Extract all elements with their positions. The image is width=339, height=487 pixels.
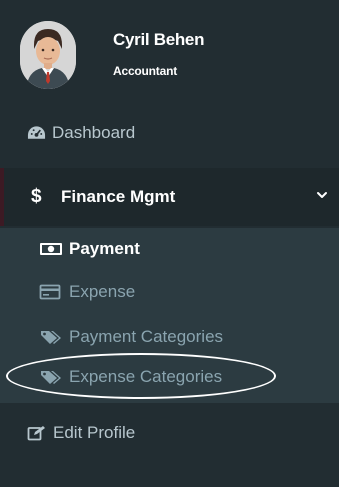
avatar[interactable] (20, 21, 76, 89)
user-role: Accountant (113, 64, 178, 78)
submenu-item-label: Payment Categories (69, 327, 224, 346)
submenu-item-label: Payment (69, 239, 140, 258)
user-name: Cyril Behen (113, 30, 205, 49)
dollar-icon: $ (31, 186, 42, 207)
tags-icon (41, 331, 61, 344)
money-icon (40, 243, 62, 255)
submenu-item-payment-categories[interactable]: Payment Categories (0, 316, 339, 358)
sidebar-item-label: Dashboard (52, 123, 136, 142)
edit-icon (27, 426, 45, 441)
sidebar-item-dashboard[interactable]: Dashboard (0, 113, 339, 153)
submenu-item-label: Expense (69, 282, 136, 301)
credit-card-icon (39, 284, 61, 300)
sidebar-item-finance-mgmt[interactable]: $ Finance Mgmt (0, 168, 339, 226)
sidebar-item-label: Edit Profile (53, 423, 136, 442)
submenu-item-payment[interactable]: Payment (0, 228, 339, 270)
submenu-item-expense[interactable]: Expense (0, 273, 339, 311)
sidebar-item-label: Finance Mgmt (61, 187, 176, 206)
user-panel: Cyril Behen Accountant (0, 0, 339, 100)
sidebar-item-edit-profile[interactable]: Edit Profile (0, 413, 339, 453)
user-avatar-icon (20, 21, 76, 89)
chevron-down-icon[interactable] (315, 188, 329, 202)
annotation-circle (6, 353, 276, 399)
sidebar: Cyril Behen Accountant Dashboard $ Finan… (0, 0, 339, 487)
dashboard-icon (27, 126, 46, 139)
